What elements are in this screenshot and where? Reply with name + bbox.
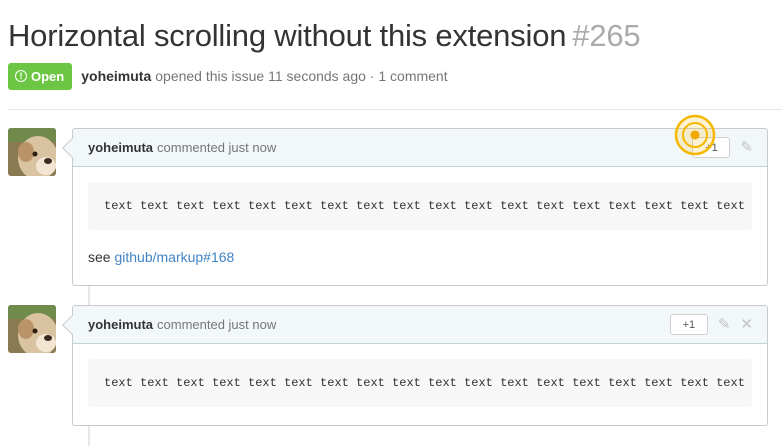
- issue-author-link[interactable]: yoheimuta: [81, 68, 151, 84]
- state-badge: ! Open: [8, 62, 73, 90]
- issue-title-text: Horizontal scrolling without this extens…: [8, 18, 567, 53]
- comment-header: yoheimuta commented just now +1 ✎ ✕: [62, 306, 767, 344]
- comment-time[interactable]: commented just now: [157, 317, 276, 332]
- comment-arrow: [62, 315, 82, 335]
- avatar[interactable]: [8, 128, 56, 176]
- plus-one-button[interactable]: +1: [692, 137, 731, 158]
- code-block[interactable]: text text text text text text text text …: [88, 182, 752, 230]
- state-label: Open: [31, 68, 65, 84]
- issue-number: #265: [572, 18, 641, 53]
- issue-reference-link[interactable]: github/markup#168: [114, 249, 234, 265]
- plus-one-button[interactable]: +1: [669, 314, 708, 335]
- comment-arrow: [62, 138, 82, 158]
- comment-header: yoheimuta commented just now +1 ✎: [62, 129, 767, 167]
- comment-actions: +1 ✎ ✕: [669, 314, 753, 335]
- comment: yoheimuta commented just now +1 ✎ ✕ text…: [62, 305, 768, 426]
- issue-title: Horizontal scrolling without this extens…: [8, 18, 641, 54]
- close-icon[interactable]: ✕: [740, 317, 753, 332]
- code-block[interactable]: text text text text text text text text …: [88, 359, 752, 407]
- header-divider: [8, 109, 782, 110]
- comment-time[interactable]: commented just now: [157, 140, 276, 155]
- timeline-connector: [88, 426, 90, 446]
- comment-text: see github/markup#168: [88, 249, 767, 265]
- avatar[interactable]: [8, 305, 56, 353]
- pencil-icon[interactable]: ✎: [718, 317, 731, 332]
- comment-text-prefix: see: [88, 249, 111, 265]
- comment: yoheimuta commented just now +1 ✎ text t…: [62, 128, 768, 286]
- comment-body: text text text text text text text text …: [73, 344, 767, 407]
- issue-meta: ! Open yoheimuta opened this issue 11 se…: [8, 62, 448, 90]
- comment-body: text text text text text text text text …: [73, 167, 767, 265]
- comment-actions: +1 ✎: [692, 137, 753, 158]
- pencil-icon[interactable]: ✎: [740, 140, 753, 155]
- comment-author-link[interactable]: yoheimuta: [88, 317, 153, 332]
- issue-meta-text: opened this issue 11 seconds ago · 1 com…: [155, 68, 448, 84]
- issue-opened-icon: !: [15, 70, 27, 82]
- timeline-connector: [88, 286, 90, 306]
- comment-author-link[interactable]: yoheimuta: [88, 140, 153, 155]
